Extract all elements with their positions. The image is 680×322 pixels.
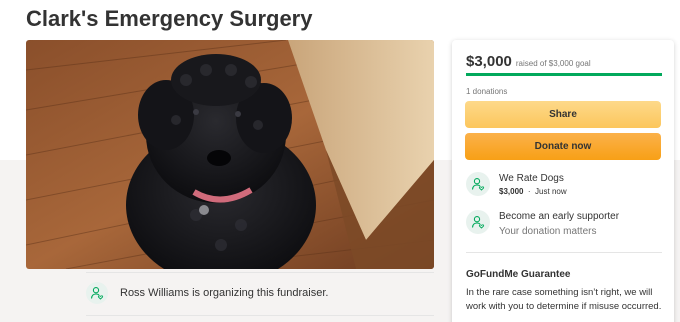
donor-item: We Rate Dogs $3,000 · Just now	[466, 172, 567, 198]
fundraiser-photo	[26, 40, 434, 269]
organizer-divider-bottom	[86, 315, 434, 316]
organizer-row: Ross Williams is organizing this fundrai…	[86, 282, 328, 304]
page-title: Clark's Emergency Surgery	[26, 6, 313, 31]
donor-details: $3,000 · Just now	[499, 186, 567, 198]
organizer-divider-top	[86, 272, 434, 273]
donor-amount: $3,000	[499, 187, 524, 196]
user-heart-icon	[466, 210, 490, 234]
guarantee-text: In the rare case something isn’t right, …	[466, 287, 662, 312]
user-heart-icon	[86, 282, 108, 304]
donations-count: 1 donations	[466, 87, 508, 96]
donor-separator: ·	[527, 187, 531, 196]
user-heart-icon	[466, 172, 490, 196]
early-supporter-subtitle: Your donation matters	[499, 226, 597, 237]
amount-value: $3,000	[466, 53, 512, 70]
early-supporter-item: Become an early supporter Your donation …	[466, 210, 619, 239]
amount-raised: $3,000 raised of $3,000 goal	[466, 53, 591, 70]
progress-bar	[466, 73, 662, 76]
organizer-text: Ross Williams is organizing this fundrai…	[120, 287, 329, 299]
card-divider	[466, 252, 662, 253]
progress-fill	[466, 73, 662, 76]
early-supporter-title: Become an early supporter	[499, 211, 620, 222]
donate-now-button[interactable]: Donate now	[465, 133, 661, 160]
goal-text: raised of $3,000 goal	[515, 59, 591, 68]
donor-time: Just now	[535, 187, 567, 196]
share-button[interactable]: Share	[465, 101, 661, 128]
donation-card: $3,000 raised of $3,000 goal 1 donations…	[452, 40, 674, 322]
donor-name: We Rate Dogs	[499, 173, 564, 184]
guarantee-title: GoFundMe Guarantee	[466, 269, 571, 280]
